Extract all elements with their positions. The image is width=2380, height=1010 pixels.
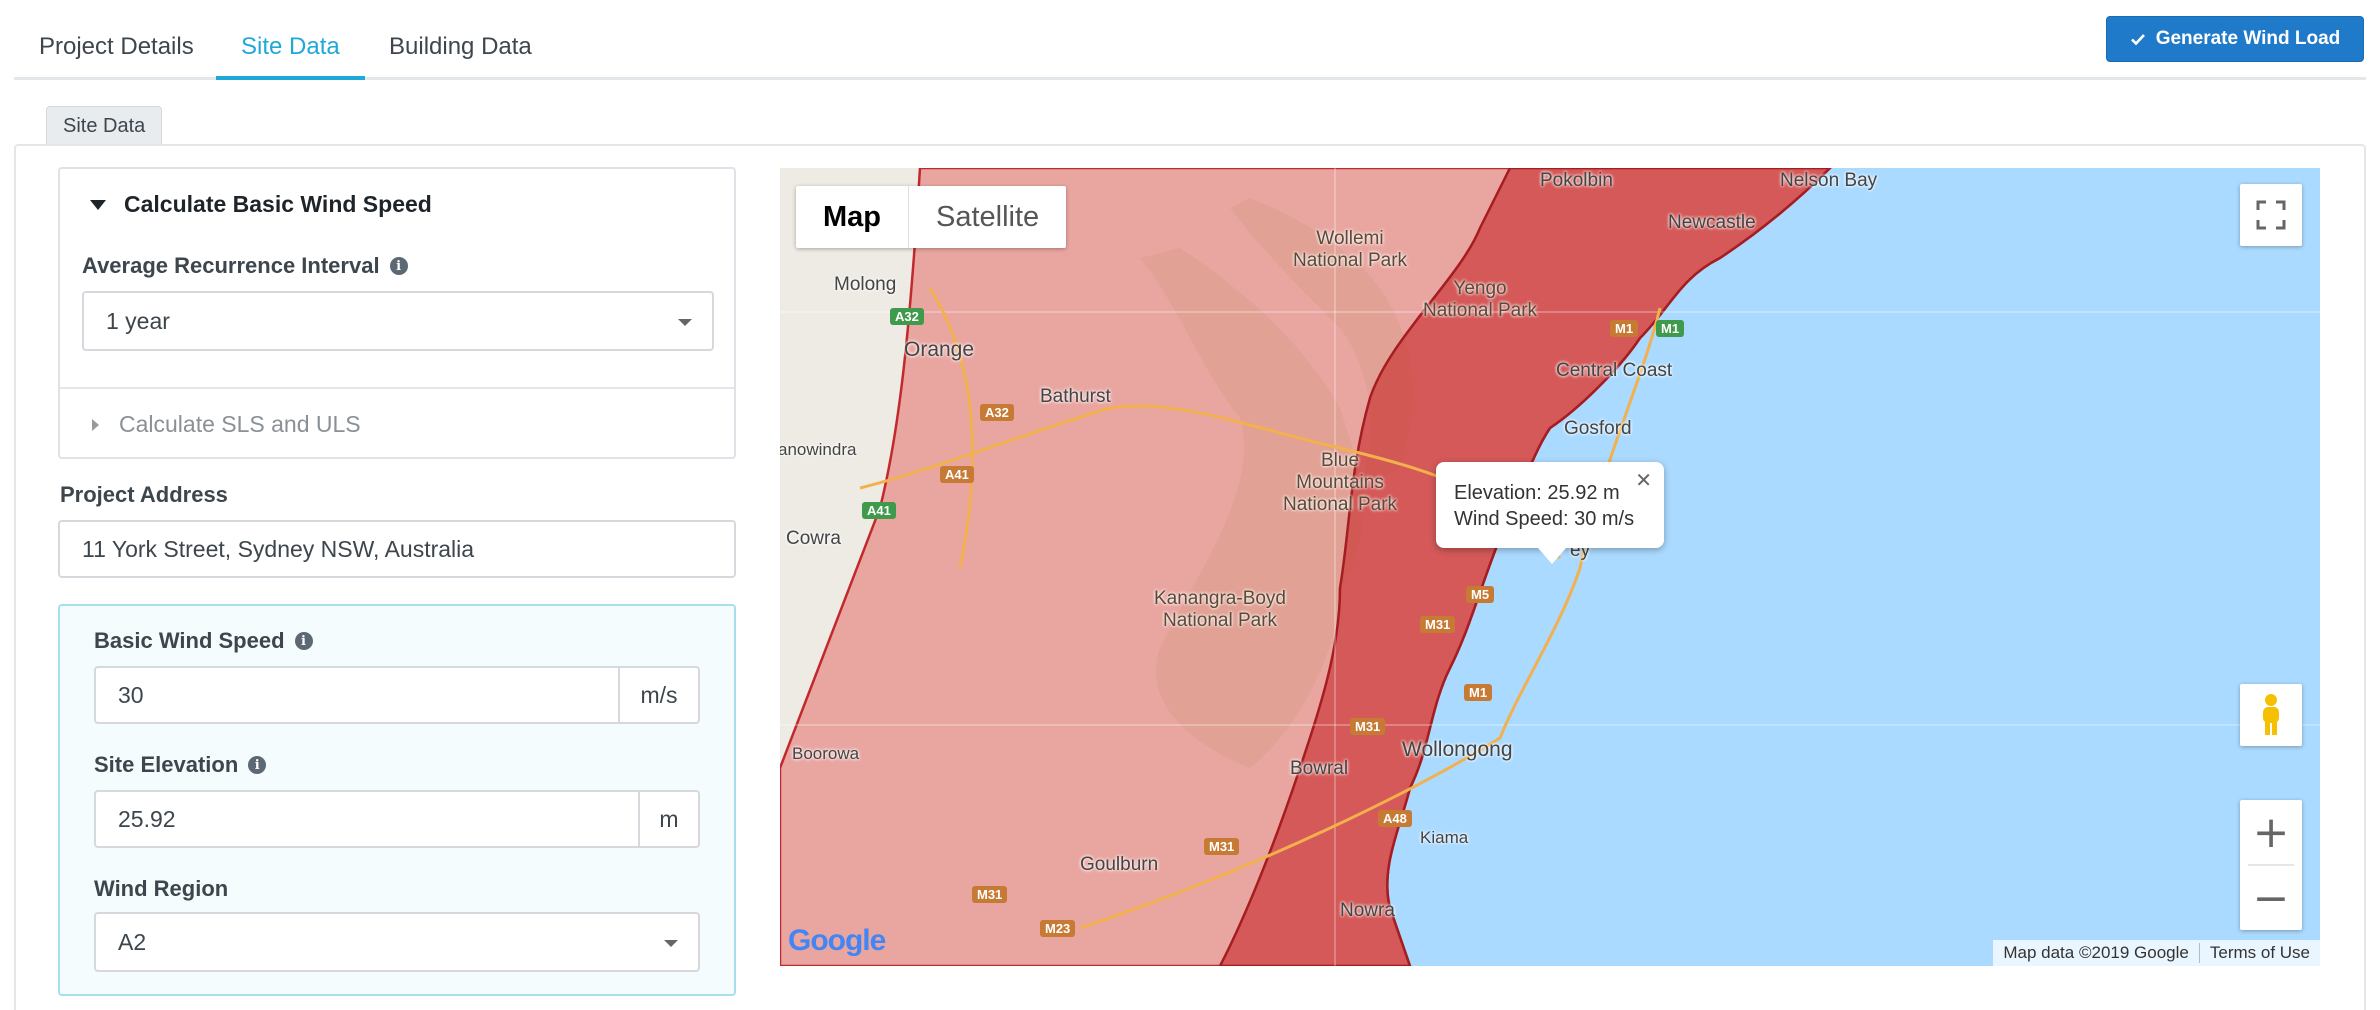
road-shield: M31 bbox=[1204, 838, 1240, 855]
terms-of-use-link[interactable]: Terms of Use bbox=[2198, 943, 2320, 963]
road-shield: M31 bbox=[1350, 718, 1386, 735]
info-icon[interactable]: i bbox=[294, 632, 313, 650]
caret-right-icon bbox=[92, 418, 99, 431]
google-logo: Google bbox=[788, 924, 886, 957]
generate-wind-load-button[interactable]: Generate Wind Load bbox=[2106, 16, 2364, 62]
calc-sls-uls-toggle[interactable]: Calculate SLS and ULS bbox=[92, 411, 361, 438]
street-view-button[interactable] bbox=[2240, 684, 2302, 746]
place-label: Bathurst bbox=[1040, 386, 1111, 407]
place-label: Nowra bbox=[1340, 900, 1395, 921]
road-shield: M1 bbox=[1656, 320, 1685, 337]
info-window: ✕ Elevation: 25.92 m Wind Speed: 30 m/s bbox=[1436, 462, 1664, 564]
attribution-text: Map data ©2019 Google bbox=[2003, 943, 2189, 962]
zoom-in-button[interactable]: + bbox=[2240, 800, 2302, 864]
park-label: Kanangra-Boyd National Park bbox=[1153, 588, 1287, 631]
park-label: Wollemi National Park bbox=[1292, 228, 1408, 271]
wind-region-label: Wind Region bbox=[94, 876, 229, 901]
project-address-input[interactable]: 11 York Street, Sydney NSW, Australia bbox=[58, 520, 736, 578]
map-attribution: Map data ©2019 Google Terms of Use bbox=[1993, 940, 2320, 966]
road-shield: M31 bbox=[972, 886, 1008, 903]
ari-label-row: Average Recurrence Interval i bbox=[82, 253, 408, 279]
place-label: anowindra bbox=[780, 440, 857, 459]
close-icon[interactable]: ✕ bbox=[1635, 468, 1652, 494]
place-label: Gosford bbox=[1564, 418, 1632, 439]
tab-project-details[interactable]: Project Details bbox=[14, 0, 219, 80]
place-label: Orange bbox=[904, 338, 975, 361]
caret-down-icon bbox=[90, 199, 106, 210]
park-label: Yengo National Park bbox=[1422, 278, 1538, 321]
elevation-unit: m bbox=[638, 790, 700, 848]
info-icon[interactable]: i bbox=[248, 756, 267, 774]
road-shield: M5 bbox=[1466, 586, 1495, 603]
check-icon bbox=[2130, 34, 2145, 46]
place-label: Goulburn bbox=[1080, 854, 1159, 875]
ari-select[interactable]: 1 year bbox=[82, 291, 714, 351]
map-type-map-button[interactable]: Map bbox=[796, 186, 909, 248]
place-label: Bowral bbox=[1290, 758, 1349, 779]
wind-speed-unit: m/s bbox=[618, 666, 700, 724]
road-shield: M1 bbox=[1464, 684, 1493, 701]
calc-wind-speed-toggle[interactable]: Calculate Basic Wind Speed bbox=[90, 191, 432, 218]
wind-region-select[interactable]: A2 bbox=[94, 912, 700, 972]
place-label: Molong bbox=[834, 274, 897, 295]
place-label: Kiama bbox=[1420, 828, 1469, 847]
divider bbox=[60, 387, 734, 389]
road-shield: A32 bbox=[890, 308, 924, 325]
place-label: Cowra bbox=[786, 528, 841, 549]
place-label: Newcastle bbox=[1668, 212, 1756, 233]
place-label: Nelson Bay bbox=[1780, 170, 1878, 191]
road-shield: A41 bbox=[862, 502, 896, 519]
ari-label: Average Recurrence Interval bbox=[82, 253, 380, 278]
map-type-satellite-button[interactable]: Satellite bbox=[909, 186, 1066, 248]
road-shield: A48 bbox=[1378, 810, 1412, 827]
ari-select-value: 1 year bbox=[106, 308, 170, 334]
road-shield: M23 bbox=[1040, 920, 1076, 937]
calc-sls-uls-label: Calculate SLS and ULS bbox=[119, 411, 361, 437]
basic-wind-speed-label: Basic Wind Speed bbox=[94, 628, 285, 653]
basic-wind-speed-label-row: Basic Wind Speed i bbox=[94, 628, 313, 654]
tab-bar: Project Details Site Data Building Data bbox=[14, 0, 2366, 80]
road-shield: M1 bbox=[1610, 320, 1639, 337]
wind-region-value: A2 bbox=[118, 929, 147, 955]
fullscreen-icon bbox=[2256, 200, 2286, 230]
wind-region-map[interactable]: Pokolbin Nelson Bay Newcastle Wollemi Na… bbox=[780, 168, 2320, 966]
chevron-down-icon bbox=[664, 940, 678, 947]
road-shield: M31 bbox=[1420, 616, 1456, 633]
pegman-icon bbox=[2263, 694, 2279, 735]
info-icon[interactable]: i bbox=[389, 257, 408, 275]
basic-wind-speed-value: 30 bbox=[118, 682, 144, 708]
popup-wind-speed: Wind Speed: 30 m/s bbox=[1454, 508, 1635, 530]
zoom-control: + − bbox=[2240, 800, 2302, 930]
basic-wind-speed-input[interactable]: 30 bbox=[94, 666, 620, 724]
map-type-control: Map Satellite bbox=[796, 186, 1067, 248]
site-elevation-input[interactable]: 25.92 bbox=[94, 790, 640, 848]
popup-elevation: Elevation: 25.92 m bbox=[1454, 482, 1620, 504]
tab-building-data[interactable]: Building Data bbox=[364, 0, 557, 80]
project-address-label: Project Address bbox=[60, 482, 228, 507]
road-shield: A41 bbox=[940, 466, 974, 483]
zoom-out-button[interactable]: − bbox=[2240, 866, 2302, 930]
place-label: Pokolbin bbox=[1540, 170, 1613, 191]
tab-site-data[interactable]: Site Data bbox=[216, 0, 365, 80]
calc-wind-speed-card: Calculate Basic Wind Speed Average Recur… bbox=[58, 167, 736, 459]
site-elevation-label: Site Elevation bbox=[94, 752, 239, 777]
place-label: Central Coast bbox=[1556, 360, 1673, 381]
chevron-down-icon bbox=[678, 319, 692, 326]
wind-results-card: Basic Wind Speed i 30 m/s Site Elevation… bbox=[58, 604, 736, 996]
site-elevation-label-row: Site Elevation i bbox=[94, 752, 267, 778]
map-canvas bbox=[780, 168, 2320, 966]
road-shield: A32 bbox=[980, 404, 1014, 421]
site-elevation-value: 25.92 bbox=[118, 806, 176, 832]
calc-wind-speed-title: Calculate Basic Wind Speed bbox=[124, 191, 432, 217]
generate-wind-load-label: Generate Wind Load bbox=[2155, 28, 2341, 49]
park-label: Blue Mountains National Park bbox=[1282, 450, 1398, 515]
place-label: Boorowa bbox=[792, 744, 860, 763]
place-label: Wollongong bbox=[1402, 738, 1513, 761]
section-tab-site-data: Site Data bbox=[46, 106, 163, 144]
fullscreen-button[interactable] bbox=[2240, 184, 2302, 246]
project-address-value: 11 York Street, Sydney NSW, Australia bbox=[82, 536, 475, 562]
